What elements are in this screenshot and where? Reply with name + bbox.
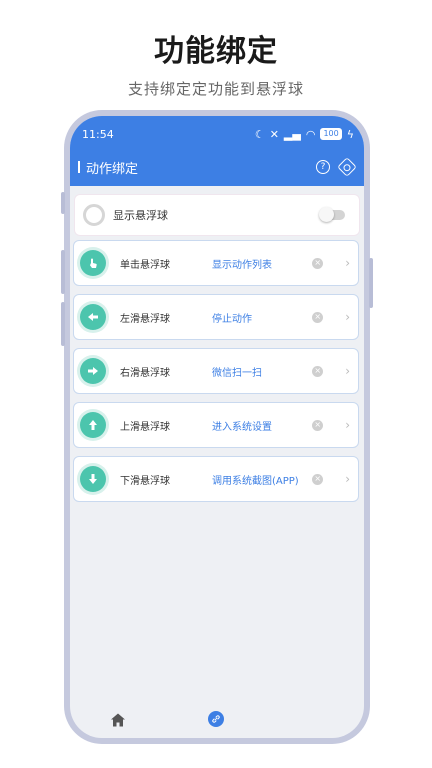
promo-title: 功能绑定 (154, 34, 278, 69)
promo-subtitle: 支持绑定定功能到悬浮球 (127, 80, 304, 98)
clear-icon[interactable]: × (312, 365, 324, 377)
phone-frame: 11:54 ☾ ✕ ▂▄ ◠ 100 ϟ 动作绑定 ? 显示悬浮球 单击悬浮球 … (61, 110, 373, 744)
floating-ball-toggle[interactable] (319, 207, 345, 222)
chevron-right-icon: › (345, 472, 350, 486)
settings-icon[interactable] (337, 157, 357, 177)
binding-action[interactable]: 调用系统截图(APP) (212, 472, 312, 487)
floating-ball-icon (83, 204, 105, 226)
binding-row-swipe-left[interactable]: 左滑悬浮球 停止动作 × › (73, 294, 359, 340)
battery-icon: 100 (320, 128, 342, 140)
status-time: 11:54 (82, 127, 114, 141)
phone-button-left-1 (61, 192, 65, 214)
binding-gesture: 单击悬浮球 (120, 259, 170, 271)
clear-icon[interactable]: × (312, 257, 324, 269)
bottom-nav (70, 704, 364, 738)
tap-icon (80, 250, 106, 276)
home-icon[interactable] (110, 712, 126, 728)
title-marker (78, 161, 80, 173)
clear-icon[interactable]: × (312, 311, 324, 323)
app-bar: 11:54 ☾ ✕ ▂▄ ◠ 100 ϟ 动作绑定 ? (70, 116, 364, 186)
chevron-right-icon: › (345, 364, 350, 378)
binding-gesture: 下滑悬浮球 (120, 475, 170, 487)
arrow-down-icon (80, 466, 106, 492)
chevron-right-icon: › (345, 418, 350, 432)
help-circle-icon[interactable]: ? (316, 160, 330, 174)
floating-ball-label: 显示悬浮球 (113, 209, 168, 222)
mute-icon: ✕ (269, 127, 279, 141)
binding-row-tap[interactable]: 单击悬浮球 显示动作列表 × › (73, 240, 359, 286)
binding-gesture: 左滑悬浮球 (120, 313, 170, 325)
status-bar: 11:54 ☾ ✕ ▂▄ ◠ 100 ϟ (82, 126, 354, 142)
page-title: 动作绑定 (86, 161, 139, 177)
link-icon[interactable] (208, 711, 224, 727)
arrow-up-icon (80, 412, 106, 438)
binding-action[interactable]: 微信扫一扫 (212, 364, 312, 379)
status-icons: ☾ ✕ ▂▄ ◠ 100 ϟ (255, 128, 354, 141)
binding-row-swipe-down[interactable]: 下滑悬浮球 调用系统截图(APP) × › (73, 456, 359, 502)
charging-icon: ϟ (346, 127, 354, 141)
phone-button-left-3 (61, 302, 65, 346)
binding-gesture: 上滑悬浮球 (120, 421, 170, 433)
binding-action[interactable]: 显示动作列表 (212, 256, 312, 271)
binding-action[interactable]: 进入系统设置 (212, 418, 312, 433)
phone-screen: 11:54 ☾ ✕ ▂▄ ◠ 100 ϟ 动作绑定 ? 显示悬浮球 单击悬浮球 … (70, 116, 364, 738)
toolbar: 动作绑定 ? (70, 156, 364, 178)
clear-icon[interactable]: × (312, 473, 324, 485)
binding-row-swipe-right[interactable]: 右滑悬浮球 微信扫一扫 × › (73, 348, 359, 394)
moon-icon: ☾ (254, 127, 265, 141)
toggle-knob (319, 207, 334, 222)
wifi-icon: ◠ (305, 127, 316, 141)
binding-gesture: 右滑悬浮球 (120, 367, 170, 379)
clear-icon[interactable]: × (312, 419, 324, 431)
phone-button-left-2 (61, 250, 65, 294)
floating-ball-card: 显示悬浮球 (74, 194, 360, 236)
binding-action[interactable]: 停止动作 (212, 310, 312, 325)
arrow-right-icon (80, 358, 106, 384)
signal-icon: ▂▄ (283, 127, 301, 141)
arrow-left-icon (80, 304, 106, 330)
chevron-right-icon: › (345, 256, 350, 270)
phone-power-button (369, 258, 373, 308)
binding-row-swipe-up[interactable]: 上滑悬浮球 进入系统设置 × › (73, 402, 359, 448)
chevron-right-icon: › (345, 310, 350, 324)
